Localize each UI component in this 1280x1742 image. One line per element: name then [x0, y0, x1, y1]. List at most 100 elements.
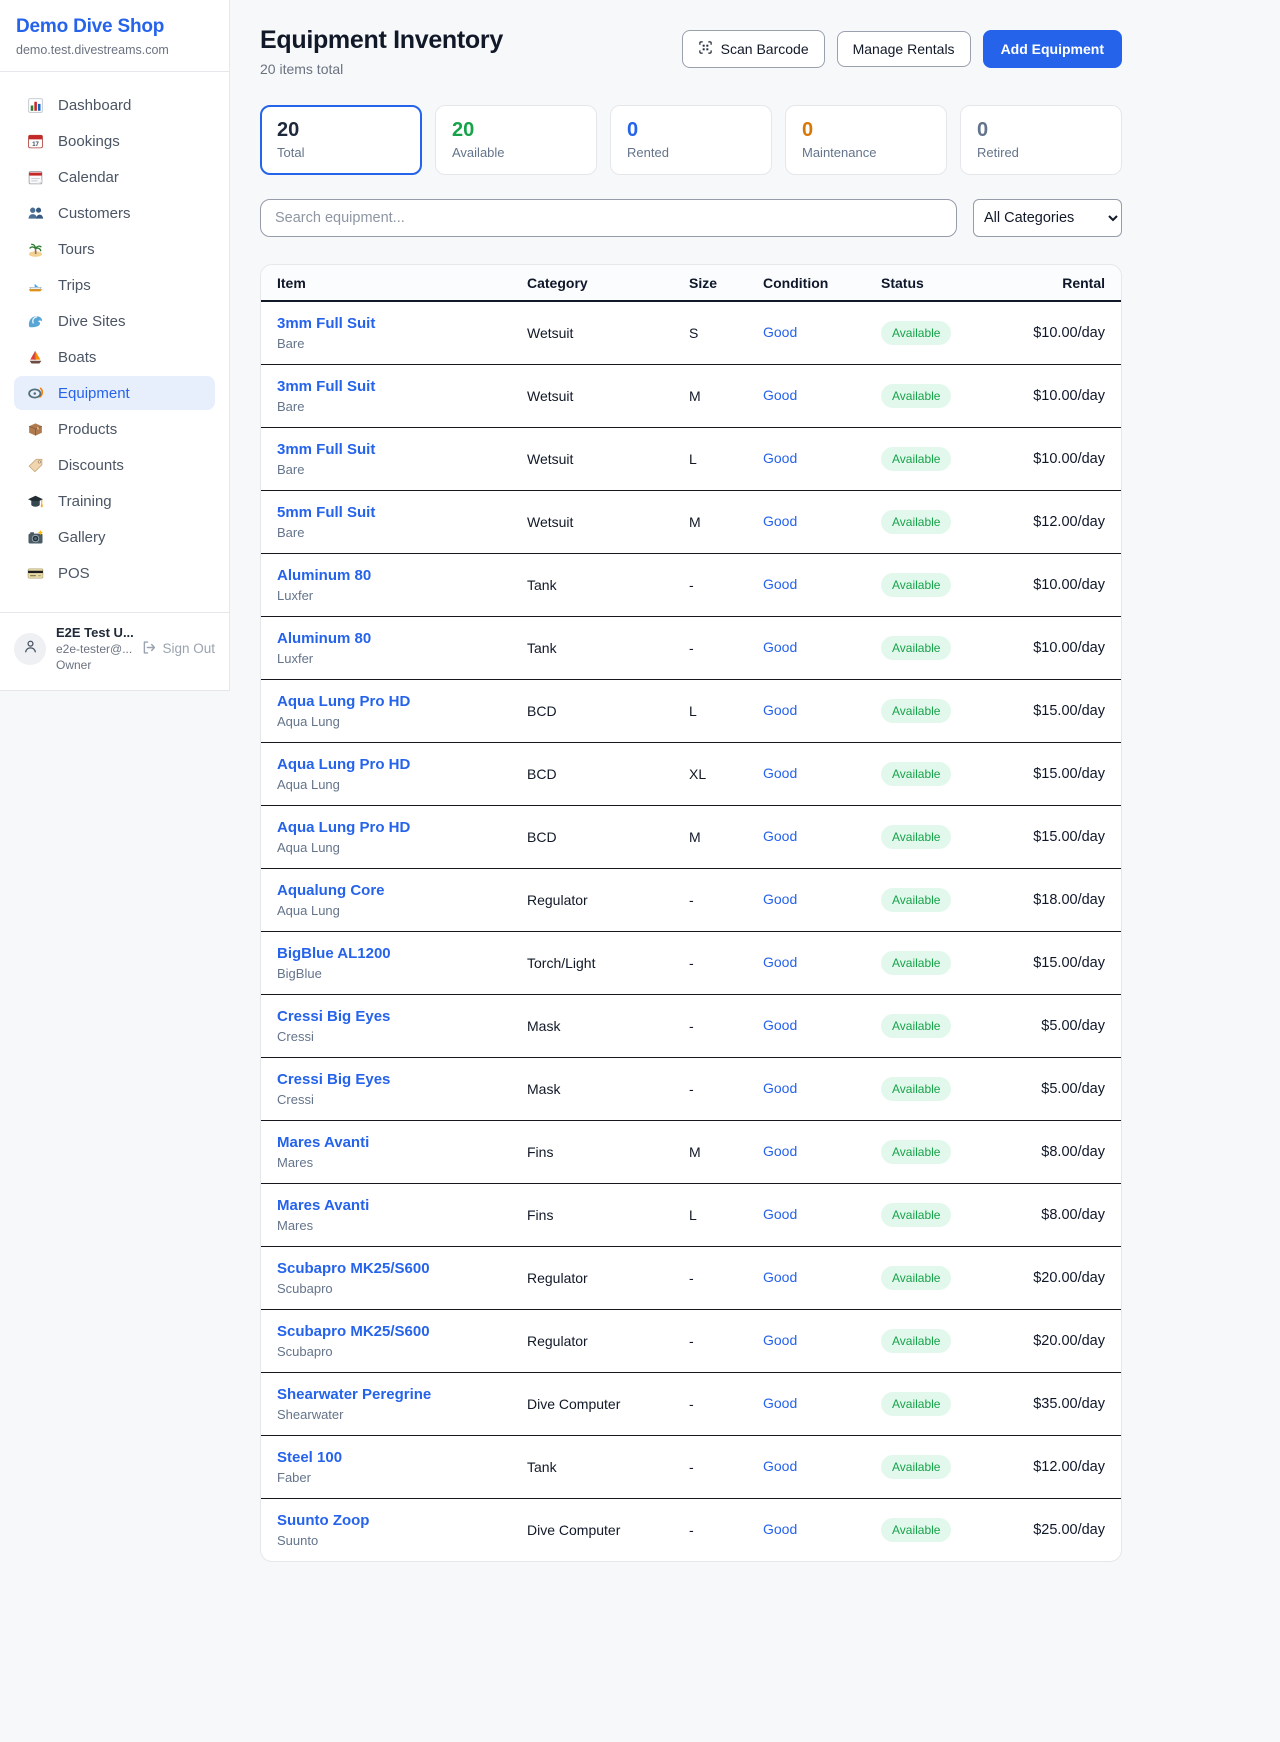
item-condition-link[interactable]: Good [763, 1206, 797, 1222]
stat-card-rented[interactable]: 0Rented [610, 105, 772, 175]
item-condition-link[interactable]: Good [763, 702, 797, 718]
item-size: M [689, 388, 763, 404]
item-rental-rate: $15.00/day [1023, 703, 1105, 719]
item-condition-link[interactable]: Good [763, 765, 797, 781]
sidebar-item-tours[interactable]: Tours [14, 232, 215, 266]
search-input[interactable] [260, 199, 957, 237]
stat-value: 0 [627, 119, 755, 142]
item-condition-link[interactable]: Good [763, 1395, 797, 1411]
item-rental-rate: $10.00/day [1023, 451, 1105, 467]
item-name-link[interactable]: Aluminum 80 [277, 630, 527, 647]
item-name-link[interactable]: Cressi Big Eyes [277, 1071, 527, 1088]
status-badge: Available [881, 1140, 951, 1164]
item-size: M [689, 1144, 763, 1160]
item-name-link[interactable]: 5mm Full Suit [277, 504, 527, 521]
item-condition-link[interactable]: Good [763, 576, 797, 592]
item-condition-link[interactable]: Good [763, 639, 797, 655]
item-name-link[interactable]: Aqua Lung Pro HD [277, 819, 527, 836]
item-name-link[interactable]: Aqualung Core [277, 882, 527, 899]
item-category: BCD [527, 703, 689, 719]
svg-text:17: 17 [32, 141, 39, 147]
sidebar-item-training[interactable]: Training [14, 484, 215, 518]
item-condition-link[interactable]: Good [763, 828, 797, 844]
sidebar-item-trips[interactable]: Trips [14, 268, 215, 302]
item-condition-link[interactable]: Good [763, 954, 797, 970]
item-rental-rate: $5.00/day [1023, 1081, 1105, 1097]
sidebar-item-label: Calendar [58, 169, 119, 186]
item-category: Regulator [527, 892, 689, 908]
item-name-link[interactable]: 3mm Full Suit [277, 378, 527, 395]
item-condition-link[interactable]: Good [763, 1521, 797, 1537]
item-category: Dive Computer [527, 1396, 689, 1412]
table-row: Cressi Big EyesCressiMask-GoodAvailable$… [261, 1058, 1121, 1121]
item-condition-link[interactable]: Good [763, 891, 797, 907]
avatar [14, 633, 46, 665]
sidebar-item-pos[interactable]: POS [14, 556, 215, 590]
item-name-link[interactable]: Shearwater Peregrine [277, 1386, 527, 1403]
item-size: - [689, 577, 763, 593]
sidebar-item-calendar[interactable]: Calendar [14, 160, 215, 194]
item-name-link[interactable]: Suunto Zoop [277, 1512, 527, 1529]
item-category: Wetsuit [527, 451, 689, 467]
sidebar-item-label: Gallery [58, 529, 106, 546]
item-condition-link[interactable]: Good [763, 387, 797, 403]
item-brand: Shearwater [277, 1407, 527, 1422]
table-row: Mares AvantiMaresFinsMGoodAvailable$8.00… [261, 1121, 1121, 1184]
sidebar-item-dive-sites[interactable]: Dive Sites [14, 304, 215, 338]
item-name-link[interactable]: Cressi Big Eyes [277, 1008, 527, 1025]
item-name-link[interactable]: 3mm Full Suit [277, 441, 527, 458]
sidebar-item-boats[interactable]: Boats [14, 340, 215, 374]
tag-icon [26, 456, 44, 474]
item-name-link[interactable]: Aqua Lung Pro HD [277, 693, 527, 710]
stat-label: Total [277, 145, 405, 160]
category-filter[interactable]: All Categories [973, 199, 1122, 237]
manage-rentals-button[interactable]: Manage Rentals [837, 31, 971, 67]
item-rental-rate: $12.00/day [1023, 1459, 1105, 1475]
stat-card-total[interactable]: 20Total [260, 105, 422, 175]
status-badge: Available [881, 699, 951, 723]
item-name-link[interactable]: Scubapro MK25/S600 [277, 1323, 527, 1340]
sidebar-item-label: POS [58, 565, 90, 582]
item-condition-link[interactable]: Good [763, 450, 797, 466]
item-rental-rate: $15.00/day [1023, 955, 1105, 971]
table-row: Aqualung CoreAqua LungRegulator-GoodAvai… [261, 869, 1121, 932]
sidebar-item-label: Dashboard [58, 97, 131, 114]
sidebar-item-dashboard[interactable]: Dashboard [14, 88, 215, 122]
item-condition-link[interactable]: Good [763, 513, 797, 529]
item-condition-link[interactable]: Good [763, 1080, 797, 1096]
item-name-link[interactable]: 3mm Full Suit [277, 315, 527, 332]
sidebar-item-gallery[interactable]: Gallery [14, 520, 215, 554]
item-category: Regulator [527, 1333, 689, 1349]
item-condition-link[interactable]: Good [763, 324, 797, 340]
sidebar-item-customers[interactable]: Customers [14, 196, 215, 230]
item-name-link[interactable]: BigBlue AL1200 [277, 945, 527, 962]
item-condition-link[interactable]: Good [763, 1269, 797, 1285]
item-size: L [689, 451, 763, 467]
item-name-link[interactable]: Aluminum 80 [277, 567, 527, 584]
user-box: E2E Test U... e2e-tester@... Owner Sign … [0, 612, 229, 686]
item-name-link[interactable]: Aqua Lung Pro HD [277, 756, 527, 773]
scan-barcode-button[interactable]: Scan Barcode [682, 30, 825, 68]
stat-card-maintenance[interactable]: 0Maintenance [785, 105, 947, 175]
stat-card-available[interactable]: 20Available [435, 105, 597, 175]
item-name-link[interactable]: Scubapro MK25/S600 [277, 1260, 527, 1277]
table-row: Aluminum 80LuxferTank-GoodAvailable$10.0… [261, 617, 1121, 680]
item-condition-link[interactable]: Good [763, 1332, 797, 1348]
brand: Demo Dive Shop demo.test.divestreams.com [0, 0, 229, 72]
item-name-link[interactable]: Mares Avanti [277, 1197, 527, 1214]
item-condition-link[interactable]: Good [763, 1017, 797, 1033]
brand-logo[interactable]: Demo Dive Shop [16, 16, 213, 38]
sidebar-item-discounts[interactable]: Discounts [14, 448, 215, 482]
stat-card-retired[interactable]: 0Retired [960, 105, 1122, 175]
add-equipment-button[interactable]: Add Equipment [983, 30, 1122, 68]
stat-label: Maintenance [802, 145, 930, 160]
item-condition-link[interactable]: Good [763, 1458, 797, 1474]
sidebar-item-products[interactable]: Products [14, 412, 215, 446]
sign-out-button[interactable]: Sign Out [141, 640, 215, 658]
item-condition-link[interactable]: Good [763, 1143, 797, 1159]
sidebar-item-equipment[interactable]: Equipment [14, 376, 215, 410]
item-category: BCD [527, 766, 689, 782]
sidebar-item-bookings[interactable]: 17Bookings [14, 124, 215, 158]
item-name-link[interactable]: Steel 100 [277, 1449, 527, 1466]
item-name-link[interactable]: Mares Avanti [277, 1134, 527, 1151]
